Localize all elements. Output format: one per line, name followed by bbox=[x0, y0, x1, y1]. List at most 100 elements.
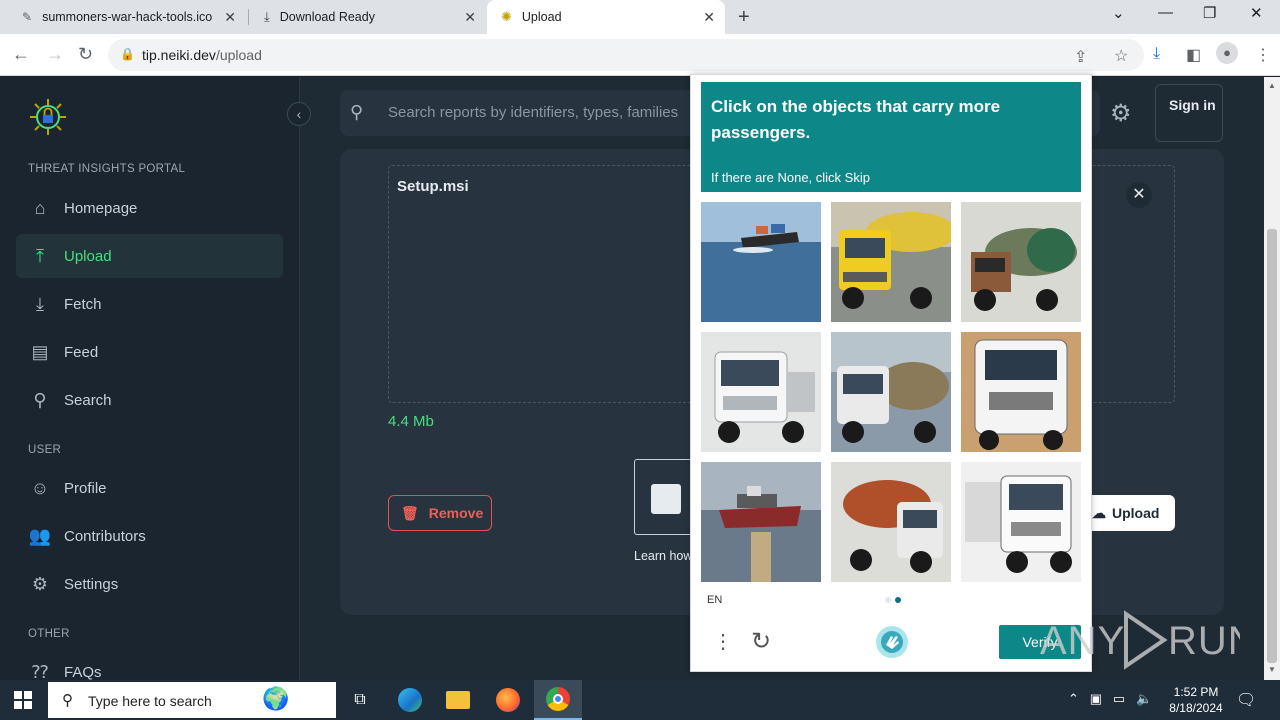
menu-kebab-icon[interactable]: ⋮ bbox=[1255, 45, 1271, 65]
option-toggle[interactable] bbox=[634, 459, 696, 535]
profile-avatar-icon[interactable]: ● bbox=[1216, 42, 1238, 64]
window-close-icon[interactable]: ✕ bbox=[1250, 4, 1263, 22]
contributors-icon: 👥 bbox=[28, 525, 52, 546]
language-selector[interactable]: EN bbox=[707, 594, 722, 606]
taskbar-clock[interactable]: 1:52 PM 8/18/2024 bbox=[1164, 684, 1228, 716]
edge-icon[interactable] bbox=[386, 680, 434, 720]
close-icon[interactable]: ✕ bbox=[464, 9, 476, 26]
taskbar-search-input[interactable]: ⚲ Type here to search 🌍 bbox=[48, 682, 336, 718]
site-logo-icon bbox=[30, 99, 66, 135]
sidebar-item-label: Upload bbox=[64, 247, 112, 265]
sidebar-item-fetch[interactable]: ⤓ Fetch bbox=[16, 282, 283, 326]
sidebar-item-profile[interactable]: ☺ Profile bbox=[16, 466, 283, 510]
network-icon[interactable]: ▭ bbox=[1113, 691, 1125, 706]
collapse-sidebar-button[interactable]: ‹ bbox=[287, 102, 311, 126]
share-icon[interactable]: ⇪ bbox=[1074, 47, 1087, 67]
tab-separator bbox=[248, 9, 249, 25]
close-icon[interactable]: ✕ bbox=[1126, 182, 1152, 208]
sidebar-item-label: Feed bbox=[64, 343, 99, 361]
section-label-portal: THREAT INSIGHTS PORTAL bbox=[28, 163, 186, 175]
bookmark-star-icon[interactable]: ☆ bbox=[1114, 46, 1128, 66]
maximize-icon[interactable]: ❐ bbox=[1203, 4, 1216, 22]
cloud-upload-icon: ☁ bbox=[1092, 504, 1106, 521]
remove-label: Remove bbox=[428, 505, 484, 521]
side-panel-icon[interactable]: ◧ bbox=[1186, 45, 1201, 65]
captcha-tile-white-truck[interactable] bbox=[961, 332, 1081, 452]
reload-icon[interactable]: ↻ bbox=[78, 44, 93, 65]
sign-in-button[interactable]: Sign in bbox=[1155, 84, 1223, 142]
address-bar[interactable]: 🔒 tip.neiki.dev/upload ⇪ ☆ bbox=[108, 39, 1144, 71]
sidebar-item-label: Profile bbox=[64, 479, 107, 497]
refresh-icon[interactable]: ↻ bbox=[751, 627, 771, 656]
hcaptcha-logo-icon bbox=[876, 626, 908, 658]
tab-download-ready[interactable]: ⤓ Download Ready ✕ bbox=[250, 0, 486, 34]
sidebar-item-label: Settings bbox=[64, 575, 119, 593]
captcha-tile-tanker-truck[interactable] bbox=[961, 202, 1081, 322]
learn-how-link[interactable]: Learn how bbox=[634, 549, 692, 563]
url-text: tip.neiki.dev/upload bbox=[142, 47, 262, 63]
sidebar-item-homepage[interactable]: ⌂ Homepage bbox=[16, 186, 283, 230]
chevron-up-icon[interactable]: ⌃ bbox=[1068, 691, 1079, 706]
chrome-icon[interactable] bbox=[534, 680, 582, 720]
firefox-icon[interactable] bbox=[484, 680, 532, 720]
sidebar-item-label: Fetch bbox=[64, 295, 102, 313]
challenge-subtitle: If there are None, click Skip bbox=[711, 170, 870, 185]
forward-icon[interactable]: → bbox=[46, 44, 64, 65]
windows-start-icon[interactable] bbox=[14, 691, 32, 709]
sidebar-item-search[interactable]: ⚲ Search bbox=[16, 378, 283, 422]
volume-icon[interactable]: 🔈 bbox=[1136, 691, 1152, 706]
sidebar-item-label: Contributors bbox=[64, 527, 146, 545]
page-icon: ✎ bbox=[22, 10, 33, 24]
watermark-text: ANY bbox=[1040, 619, 1125, 663]
back-icon[interactable]: ← bbox=[12, 44, 30, 65]
device-icon[interactable]: ▣ bbox=[1090, 691, 1102, 706]
captcha-challenge: Click on the objects that carry more pas… bbox=[690, 74, 1092, 672]
sidebar-item-feed[interactable]: ▤ Feed bbox=[16, 330, 283, 374]
tab-upload[interactable]: ✺ Upload ✕ bbox=[487, 0, 725, 34]
task-view-icon[interactable]: ⧉ bbox=[336, 680, 384, 720]
sidebar-item-upload[interactable]: ⤒ Upload bbox=[16, 234, 283, 278]
download-icon: ⤓ bbox=[264, 9, 270, 24]
tab-title: Download Ready bbox=[279, 10, 375, 24]
file-size: 4.4 Mb bbox=[388, 413, 434, 430]
upload-button[interactable]: ☁ Upload bbox=[1080, 495, 1175, 531]
sidebar-item-contributors[interactable]: 👥 Contributors bbox=[16, 514, 283, 558]
page-scrollbar[interactable]: ▲ ▼ bbox=[1264, 77, 1280, 680]
captcha-tile-ship[interactable] bbox=[701, 462, 821, 582]
captcha-tile-white-truck[interactable] bbox=[961, 462, 1081, 582]
sidebar-item-settings[interactable]: ⚙ Settings bbox=[16, 562, 283, 606]
search-icon: ⚲ bbox=[350, 102, 364, 122]
captcha-tile-white-truck[interactable] bbox=[701, 332, 821, 452]
tab-search-icon[interactable]: ⌄ bbox=[1112, 4, 1125, 22]
close-icon[interactable]: ✕ bbox=[703, 9, 715, 26]
scrollbar-thumb[interactable] bbox=[1267, 229, 1277, 663]
menu-kebab-icon[interactable]: ⋮ bbox=[713, 629, 733, 654]
tab-summoners[interactable]: ✎ summoners-war-hack-tools.ico ✕ bbox=[8, 0, 246, 34]
downloads-icon[interactable]: ⤓ bbox=[1153, 45, 1160, 63]
captcha-tile-tanker-truck[interactable] bbox=[831, 462, 951, 582]
clock-time: 1:52 PM bbox=[1173, 685, 1219, 699]
sidebar-item-faqs[interactable]: ⁇ FAQs bbox=[16, 650, 283, 681]
fetch-icon: ⤓ bbox=[36, 293, 44, 314]
upload-label: Upload bbox=[1112, 505, 1160, 521]
remove-button[interactable]: 🗑 Remove bbox=[388, 495, 492, 531]
svg-text:RUN: RUN bbox=[1168, 619, 1240, 663]
section-label-other: OTHER bbox=[28, 628, 70, 640]
captcha-tile-tanker-truck[interactable] bbox=[831, 332, 951, 452]
gear-icon: ⚙ bbox=[31, 573, 49, 594]
gear-icon[interactable]: ⚙ bbox=[1110, 99, 1132, 128]
tab-strip: ✎ summoners-war-hack-tools.ico ✕ ⤓ Downl… bbox=[0, 0, 1280, 34]
minimize-icon[interactable]: — bbox=[1158, 4, 1173, 21]
new-tab-button[interactable]: + bbox=[738, 6, 750, 29]
sidebar-item-label: Homepage bbox=[64, 199, 138, 217]
notification-icon[interactable]: 🗨 bbox=[1236, 690, 1256, 710]
file-name: Setup.msi bbox=[397, 178, 469, 195]
file-explorer-icon[interactable] bbox=[434, 680, 482, 720]
search-icon: ⚲ bbox=[62, 692, 73, 709]
close-icon[interactable]: ✕ bbox=[224, 9, 236, 26]
trash-icon: 🗑 bbox=[401, 504, 419, 521]
captcha-tile-yellow-truck[interactable] bbox=[831, 202, 951, 322]
search-placeholder: Search reports by identifiers, types, fa… bbox=[388, 104, 679, 121]
system-tray[interactable]: ⌃ ▣ ▭ 🔈 bbox=[1068, 691, 1152, 707]
captcha-tile-ship[interactable] bbox=[701, 202, 821, 322]
